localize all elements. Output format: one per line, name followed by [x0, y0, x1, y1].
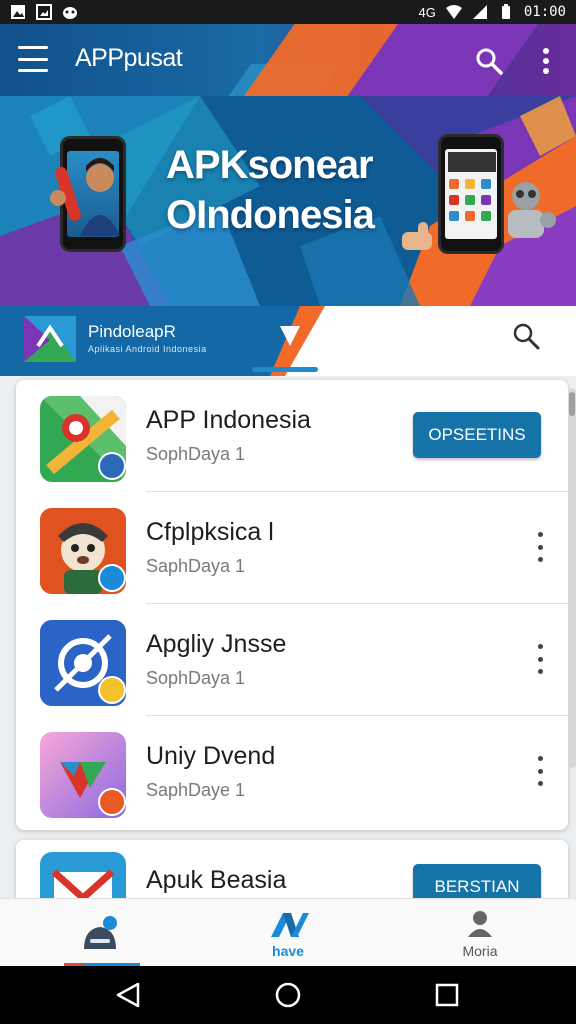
dot	[537, 669, 543, 674]
back-icon[interactable]	[114, 980, 144, 1010]
profile-icon	[468, 911, 492, 937]
search-icon[interactable]	[474, 46, 504, 76]
active-tab-indicator	[252, 367, 318, 372]
robot-illustration	[508, 182, 556, 238]
more-options-icon[interactable]	[536, 46, 556, 76]
status-bar: 4G 01:00	[0, 0, 576, 24]
scrollbar[interactable]	[568, 388, 576, 768]
dot	[537, 557, 543, 562]
promo-banner[interactable]: APKsonear OIndonesia	[0, 96, 576, 306]
app-list-item[interactable]: Uniy Dvend SaphDaye 1	[16, 716, 568, 828]
banner-title: APKsonear OIndonesia	[166, 140, 426, 240]
open-button[interactable]: OPSEETINS	[413, 412, 541, 458]
explore-icon	[271, 913, 309, 937]
more-options-icon[interactable]	[534, 644, 546, 674]
dot	[537, 781, 543, 786]
badge-icon	[98, 676, 126, 704]
app-name: APP Indonesia	[146, 406, 311, 434]
app-developer: SophDaya 1	[146, 444, 246, 464]
system-navigation-bar	[0, 966, 576, 1024]
dot	[537, 656, 543, 662]
nav-label: Moria	[462, 943, 498, 959]
brand-name: PindoleapR	[88, 322, 176, 341]
app-grid-illustration	[448, 152, 496, 221]
dot	[537, 644, 543, 649]
app-title: APPpusat	[75, 44, 183, 72]
badge-icon	[98, 564, 126, 592]
game-controller-icon	[63, 7, 77, 19]
home-button-icon[interactable]	[273, 980, 303, 1010]
scrollbar-thumb[interactable]	[569, 392, 575, 416]
app-list-item[interactable]: APP Indonesia SophDaya 1 OPSEETINS	[16, 380, 568, 492]
bottom-navigation: have Moria	[0, 898, 576, 967]
badge-icon	[98, 788, 126, 816]
home-icon	[84, 916, 117, 949]
app-list-item[interactable]: Apgliy Jnsse SophDaya 1	[16, 604, 568, 716]
menu-button[interactable]	[18, 46, 48, 72]
status-right: 4G 01:00	[418, 4, 566, 20]
brand-logo-icon	[24, 316, 76, 362]
image-icon	[36, 4, 52, 20]
status-time: 01:00	[523, 4, 566, 20]
nav-item-profile[interactable]: Moria	[384, 899, 576, 967]
app-name: Apuk Beasia	[146, 866, 287, 894]
gallery-icon	[11, 5, 25, 19]
person-illustration	[50, 158, 120, 236]
app-name: Cfplpksica l	[146, 518, 274, 546]
phone-illustration	[438, 134, 504, 254]
app-list-card: APP Indonesia SophDaya 1 OPSEETINS Cfplp…	[16, 380, 568, 830]
more-options-icon[interactable]	[534, 756, 546, 786]
nav-label: have	[272, 943, 304, 959]
app-developer: SaphDaye 1	[146, 780, 246, 800]
dot	[537, 768, 543, 774]
app-name: Apgliy Jnsse	[146, 630, 287, 658]
signal-icon	[472, 5, 487, 19]
recents-icon[interactable]	[432, 980, 462, 1010]
wifi-icon	[445, 5, 462, 19]
app-list-item[interactable]: Cfplpksica l SaphDaya 1	[16, 492, 568, 604]
search-strip: PindoleapR Aplikasi Android Indonesia	[0, 306, 576, 376]
app-developer: SophDaya 1	[146, 668, 246, 688]
banner-title-line: OIndonesia	[166, 193, 375, 237]
nav-item-home[interactable]	[4, 899, 196, 967]
battery-icon	[501, 4, 510, 19]
network-type-text: 4G	[418, 4, 436, 20]
badge-icon	[98, 452, 126, 480]
dot	[537, 756, 543, 761]
menu-icon-bar	[18, 69, 48, 72]
banner-title-line: APKsonear	[166, 143, 374, 187]
screen: 4G 01:00 APPpusat APKsonear OIndonesia P…	[0, 0, 576, 1024]
app-name: Uniy Dvend	[146, 742, 276, 770]
nav-item-have[interactable]: have	[192, 899, 384, 967]
menu-icon-bar	[18, 57, 48, 61]
brand-tagline: Aplikasi Android Indonesia	[88, 344, 207, 354]
dot	[537, 532, 543, 537]
dot	[537, 544, 543, 550]
phone-screen	[445, 149, 497, 239]
app-bar: APPpusat	[0, 24, 576, 96]
menu-icon-bar	[18, 46, 48, 49]
status-left	[10, 4, 78, 20]
app-developer: SaphDaya 1	[146, 556, 246, 576]
search-icon[interactable]	[512, 322, 540, 350]
more-options-icon[interactable]	[534, 532, 546, 562]
